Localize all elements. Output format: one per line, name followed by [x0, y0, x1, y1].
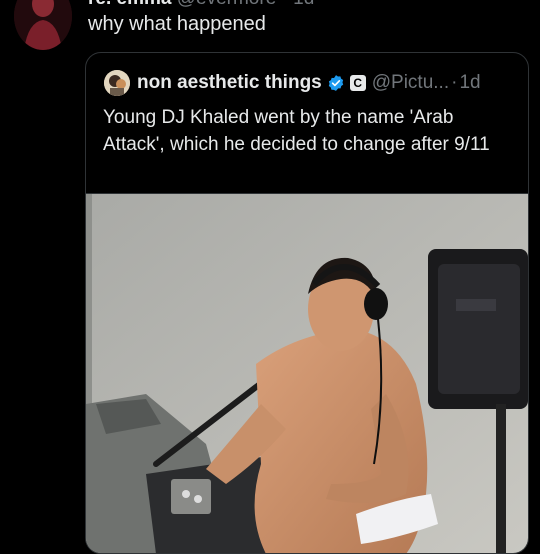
reply-avatar[interactable] [14, 0, 72, 50]
more-options-icon[interactable]: ··· [511, 0, 530, 10]
verified-badge-icon [328, 75, 343, 91]
reply-separator: · [282, 0, 288, 9]
reply-display-name[interactable]: re. emma [88, 0, 171, 9]
dj-photo-illustration [86, 194, 528, 553]
quoted-tweet-card[interactable]: non aesthetic things C @Pictu... · 1d Yo… [85, 52, 529, 554]
quoted-tweet-header: non aesthetic things C @Pictu... · 1d [104, 69, 481, 97]
reply-time[interactable]: 1d [293, 0, 314, 9]
affiliate-badge-icon: C [349, 75, 366, 91]
quoted-avatar[interactable] [104, 70, 130, 96]
quoted-time[interactable]: 1d [459, 72, 480, 94]
quoted-separator: · [451, 72, 458, 93]
reply-handle[interactable]: @evermore [177, 0, 277, 9]
quoted-display-name[interactable]: non aesthetic things [137, 72, 322, 94]
quoted-tweet-text: Young DJ Khaled went by the name 'Arab A… [103, 107, 490, 155]
reply-text: why what happened [88, 13, 266, 35]
quoted-handle[interactable]: @Pictu... [372, 72, 449, 94]
reply-header: re. emma @evermore · 1d [88, 0, 314, 10]
quoted-tweet-photo[interactable] [86, 193, 528, 553]
